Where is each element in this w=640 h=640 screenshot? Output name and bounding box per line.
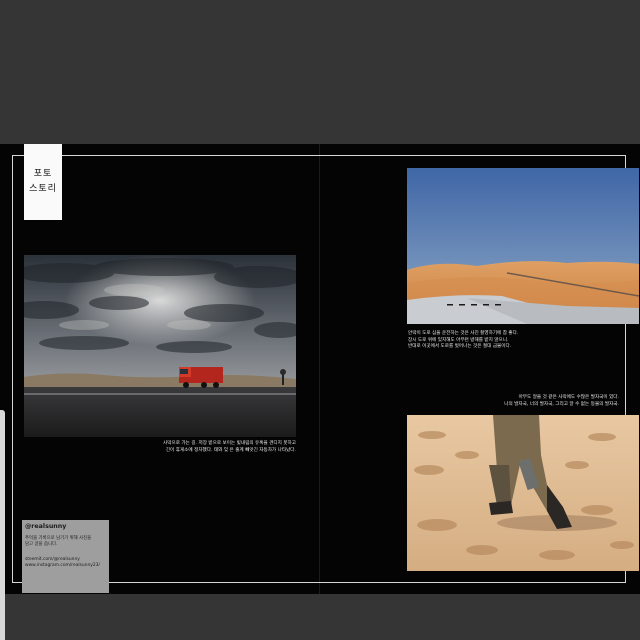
photo-sand-footsteps (407, 415, 639, 571)
left-caption-line: 긴이 휴게소에 정차했다. 태와 잊 은 출계 빼앗긴 자동차가 나타났다. (165, 447, 296, 453)
page-edge-scroll (0, 410, 5, 640)
photo-desert-road (407, 168, 639, 324)
left-photo-caption: 사막으로 가는 길. 저장 받으로 보이는 빛내림의 유혹을 견디지 못하고 긴… (163, 441, 296, 454)
right-top-caption: 안락이 도로 심을 운전하는 것은 사진 촬영하기에 참 좋다. 장시 도로 위… (408, 331, 518, 351)
right-top-caption-line: 안락이 도로 심을 운전하는 것은 사진 촬영하기에 참 좋다. (408, 331, 519, 336)
left-caption-line: 사막으로 가는 길. 저장 받으로 보이는 빛내림의 유혹을 견디지 못하고 (163, 441, 296, 446)
right-bottom-caption: 아무도 알을 것 같은 사막에도 수많은 발자국이 있다. 나의 발자국, 너의… (504, 395, 619, 408)
section-tab: 포토 스토리 (24, 144, 62, 220)
section-tab-line1: 포토 (33, 169, 53, 179)
author-handle: @realsunny (25, 523, 67, 530)
right-bottom-caption-line: 나의 발자국, 너의 발자국, 그리고 알 수 없는 동물의 발자국. (504, 401, 619, 407)
photo-desert-truck (24, 255, 296, 437)
section-tab-line2: 스토리 (29, 184, 57, 194)
instagram-link[interactable]: www.instagram.com/realsunny23/ (25, 563, 107, 569)
right-bottom-caption-line: 아무도 알을 것 같은 사막에도 수많은 발자국이 있다. (518, 395, 619, 400)
right-top-caption-line: 반대로 이곳에서 도로를 벗어나는 것은 절대 금물이다. (408, 344, 512, 350)
author-info-box: @realsunny 추억을 기록으로 남기기 위해 사진을 담고 글을 씁니다… (22, 520, 109, 593)
